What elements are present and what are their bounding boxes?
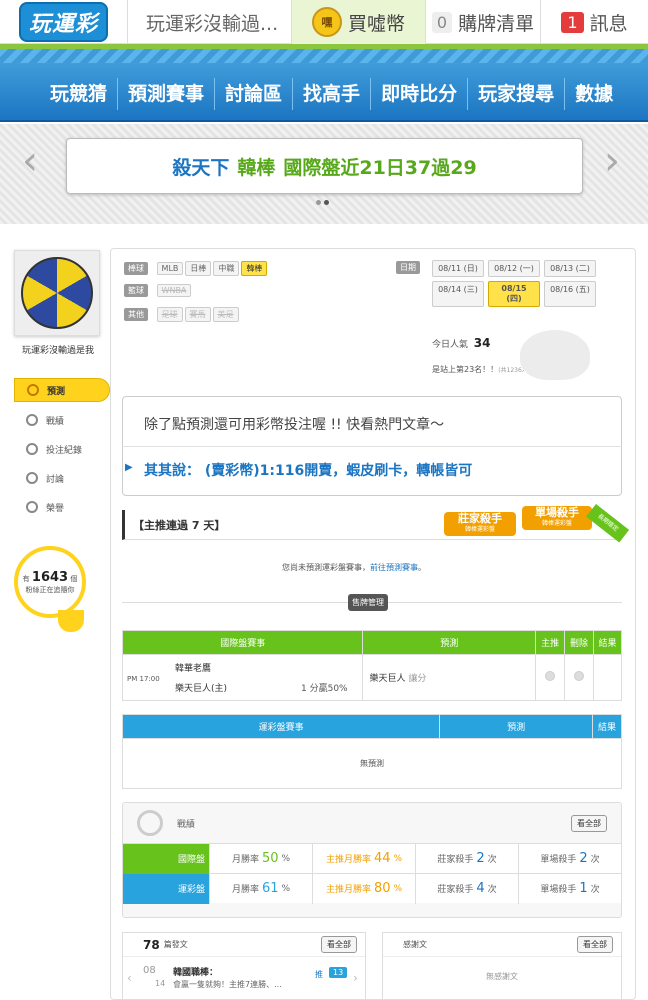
- date-0812[interactable]: 08/12 (一): [488, 260, 540, 277]
- sales-manage-button[interactable]: 售牌管理: [348, 594, 388, 611]
- pick-team[interactable]: 樂天巨人: [369, 674, 405, 684]
- target-icon: [137, 810, 163, 836]
- prev-arrow-icon[interactable]: ‹: [127, 971, 132, 985]
- stats-row-sport: 運彩盤 月勝率 61% 主推月勝率 80% 莊家殺手 4 次 單場殺手 1 次: [123, 873, 621, 904]
- nav-item-predict[interactable]: 預測賽事: [117, 78, 214, 110]
- sport-table: 運彩盤賽事 預測 結果 無預測: [121, 714, 622, 789]
- go-predict-link[interactable]: 前往預測賽事: [370, 563, 418, 572]
- lightbulb-icon: [58, 610, 84, 632]
- intl-table: 國際盤賽事 預測 主推 刪除 結果 PM 17:00 韓華老鷹 樂天巨人(主) …: [121, 630, 622, 701]
- post-item[interactable]: ‹ 08 14 韓國職棒： 會贏一隻就夠！主推7連勝、... 推 13 ›: [123, 957, 365, 1000]
- filter-soccer[interactable]: 足球: [156, 307, 183, 322]
- stats-view-all-button[interactable]: 看全部: [571, 814, 607, 832]
- promo-line1[interactable]: 除了點預測還可用彩幣投注喔 !! 快看熱門文章～: [144, 414, 444, 434]
- filter-basketball: 籃球 WNBA: [124, 284, 193, 297]
- top-bar: 玩運彩 玩運彩沒輸過... 嘿 買噓幣 0 購牌清單 1 訊息: [0, 0, 648, 44]
- username: 玩運彩沒輸過是我: [21, 346, 94, 356]
- message-count-badge: 1: [561, 11, 584, 33]
- nav-stripe: [0, 49, 648, 63]
- filter-cpbl[interactable]: 中職: [213, 261, 240, 276]
- menu-item-bet-history[interactable]: 投注紀錄: [14, 437, 110, 461]
- filter-npb[interactable]: 日棒: [185, 261, 212, 276]
- push-count-badge: 13: [329, 967, 348, 978]
- cart-button[interactable]: 0 購牌清單: [426, 0, 541, 44]
- thanks-box: 感謝文 看全部 無感謝文: [382, 932, 622, 1000]
- user-title-tab[interactable]: 玩運彩沒輸過...: [128, 0, 292, 44]
- menu-item-record[interactable]: 戰績: [14, 408, 110, 432]
- date-0814[interactable]: 08/14 (三): [432, 281, 484, 307]
- site-logo[interactable]: 玩運彩: [0, 0, 128, 44]
- delete-radio[interactable]: [574, 671, 585, 681]
- nav-item-player-search[interactable]: 玩家搜尋: [467, 78, 564, 110]
- volleyball-avatar-image: [21, 257, 93, 329]
- no-prediction: 無預測: [122, 738, 622, 789]
- next-arrow-icon[interactable]: ›: [353, 971, 358, 985]
- menu-item-honor[interactable]: 榮譽: [14, 495, 110, 519]
- nav-item-livescore[interactable]: 即時比分: [370, 78, 467, 110]
- posts-box: 78 篇發文 看全部 ‹ 08 14 韓國職棒： 會贏一隻就夠！主推7連勝、...…: [122, 932, 366, 1000]
- filter-mlb[interactable]: MLB: [156, 262, 184, 275]
- banner-dots[interactable]: [316, 200, 329, 205]
- filter-wnba[interactable]: WNBA: [156, 284, 192, 297]
- table-row: PM 17:00 韓華老鷹 樂天巨人(主) 1 分贏50% 樂天巨人 讓分: [121, 654, 622, 701]
- banner-prev-icon[interactable]: ‹: [22, 138, 38, 184]
- fans-counter[interactable]: 有 1643 個 粉絲正在追隨你: [14, 546, 86, 618]
- nav-item-experts[interactable]: 找高手: [292, 78, 370, 110]
- banner-next-icon[interactable]: ›: [604, 138, 620, 184]
- badge-house-killer: 莊家殺手 韓棒運彩盤: [444, 512, 516, 536]
- nav-item-forum[interactable]: 討論區: [214, 78, 292, 110]
- filter-kbo[interactable]: 韓棒: [241, 261, 268, 276]
- coin-icon: 嘿: [311, 7, 342, 37]
- nav-items: 玩競猜 預測賽事 討論區 找高手 即時比分 玩家搜尋 數據: [40, 78, 623, 110]
- stats-box: 戰績 看全部 國際盤 月勝率 50% 主推月勝率 44% 莊家殺手 2 次 單場殺手 2 次…: [122, 802, 622, 918]
- promo-divider: [122, 446, 622, 447]
- banner-card[interactable]: 殺天下 韓棒 國際盤近21日37過29: [66, 138, 583, 194]
- cart-count-badge: 0: [431, 11, 453, 33]
- badge-single-killer: 單場殺手 韓棒運彩盤: [522, 506, 592, 530]
- menu-item-predict[interactable]: 預測: [14, 378, 110, 402]
- rank-text: 是站上第23名！！(共1236人): [432, 365, 531, 374]
- nav-item-guess[interactable]: 玩競猜: [40, 78, 117, 110]
- pen-icon: [26, 472, 38, 484]
- filter-horse[interactable]: 賽馬: [184, 307, 211, 322]
- mascot-icon: [520, 330, 590, 380]
- buy-coin-button[interactable]: 嘿 買噓幣: [292, 0, 426, 44]
- nav-item-data[interactable]: 數據: [564, 78, 623, 110]
- filter-other: 其他 足球 賽馬 美足: [124, 307, 241, 322]
- popularity: 今日人氣 34: [432, 336, 491, 350]
- posts-view-all-button[interactable]: 看全部: [321, 936, 357, 953]
- medal-icon: [26, 501, 38, 513]
- promo-line2[interactable]: 其其說： (賣彩幣)1:116開賣，蝦皮刷卡，轉帳皆可: [144, 460, 472, 480]
- thanks-view-all-button[interactable]: 看全部: [577, 936, 613, 953]
- date-0811[interactable]: 08/11 (日): [432, 260, 484, 277]
- filter-nfl[interactable]: 美足: [212, 307, 239, 322]
- avatar[interactable]: [14, 250, 100, 336]
- play-icon: ▶: [125, 462, 133, 473]
- filter-baseball: 棒球 MLB 日棒 中職 韓棒: [124, 261, 269, 276]
- date-picker: 08/11 (日) 08/12 (一) 08/13 (二) 08/14 (三) …: [432, 260, 610, 307]
- date-0815[interactable]: 08/15 (四): [488, 281, 540, 307]
- no-prediction-note: 您尚未預測運彩盤賽事，前往預測賽事。: [282, 563, 426, 572]
- date-label: 日期: [396, 261, 426, 274]
- no-thanks: 無感謝文: [486, 972, 518, 981]
- stats-row-intl: 國際盤 月勝率 50% 主推月勝率 44% 莊家殺手 2 次 單場殺手 2 次: [123, 843, 621, 874]
- menu-item-discussion[interactable]: 討論: [14, 466, 110, 490]
- date-0813[interactable]: 08/13 (二): [544, 260, 596, 277]
- chart-icon: [26, 414, 38, 426]
- messages-button[interactable]: 1 訊息: [541, 0, 648, 44]
- circle-icon: [26, 443, 38, 455]
- date-0816[interactable]: 08/16 (五): [544, 281, 596, 307]
- target-icon: [27, 384, 39, 396]
- main-pick-radio[interactable]: [545, 671, 556, 681]
